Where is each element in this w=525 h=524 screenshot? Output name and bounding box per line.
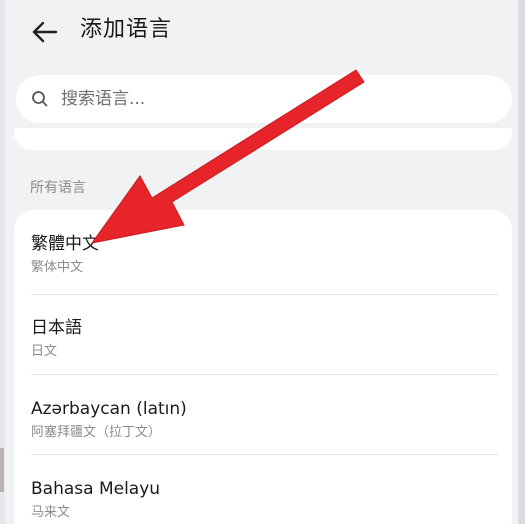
section-label-all-languages: 所有语言 [30,180,86,196]
language-item-traditional-chinese[interactable]: 繁體中文 繁体中文 [14,210,512,290]
language-item-japanese[interactable]: 日本語 日文 [14,294,512,374]
language-item-malay[interactable]: Bahasa Melayu 马来文 [14,455,512,524]
language-item-azerbaijani-latin[interactable]: Azərbaycan (latın) 阿塞拜疆文（拉丁文） [14,375,512,455]
suggested-languages-card [14,128,512,150]
back-button[interactable] [26,14,62,50]
app-header: 添加语言 [0,0,518,62]
search-input[interactable]: 搜索语言... [16,75,512,123]
language-name: 日本語 [31,318,82,338]
language-subtitle: 日文 [31,344,58,359]
language-name: Bahasa Melayu [31,479,161,499]
language-name: Azərbaycan (latın) [31,399,187,419]
language-subtitle: 阿塞拜疆文（拉丁文） [31,425,162,440]
arrow-left-icon [32,21,58,43]
language-list: 繁體中文 繁体中文 日本語 日文 Azərbaycan (latın) 阿塞拜疆… [14,210,512,524]
add-language-screen: 添加语言 搜索语言... 所有语言 繁體中文 繁体中文 日本語 日文 Azərb… [0,0,525,524]
scrollbar-track[interactable] [518,0,525,524]
language-subtitle: 繁体中文 [31,260,84,275]
language-name: 繁體中文 [31,234,99,254]
page-title: 添加语言 [80,17,173,42]
screen-edge-mark [0,448,4,492]
screen-edge-left [0,0,5,524]
language-subtitle: 马来文 [31,505,71,520]
search-placeholder: 搜索语言... [61,89,146,109]
search-icon [32,91,48,107]
